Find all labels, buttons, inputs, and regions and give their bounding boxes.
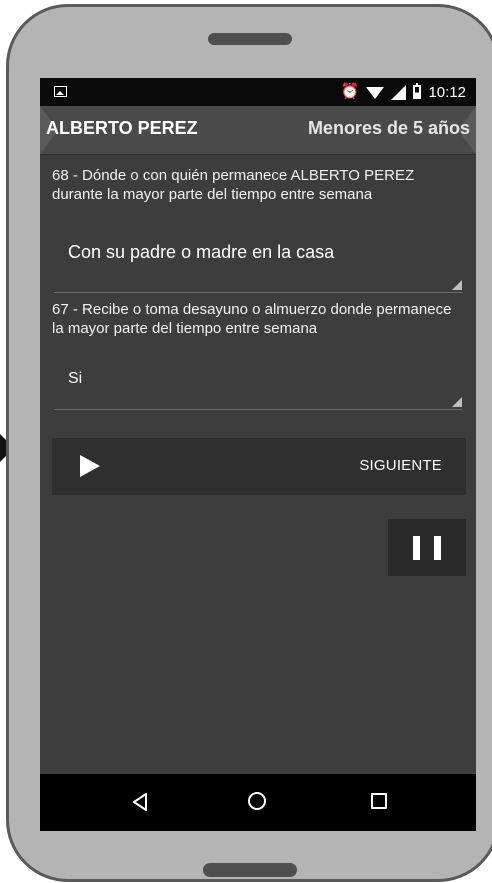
back-icon[interactable] — [132, 793, 148, 811]
answer-value: Si — [68, 370, 83, 387]
next-label[interactable]: SIGUIENTE — [359, 457, 442, 474]
pause-button[interactable] — [388, 519, 466, 576]
play-icon[interactable] — [80, 455, 100, 477]
question-text: 67 - Recibe o toma desayuno o almuerzo d… — [52, 301, 452, 337]
screen: ⏰ 10:12 ALBERTO PEREZ Menores de 5 años … — [40, 78, 476, 831]
page: ⏰ 10:12 ALBERTO PEREZ Menores de 5 años … — [0, 0, 492, 883]
answer-value: Con su padre o madre en la casa — [68, 242, 335, 262]
answer-field[interactable]: Con su padre o madre en la casa — [54, 224, 462, 293]
battery-icon — [413, 83, 422, 99]
phone-speaker — [208, 33, 292, 45]
home-icon[interactable] — [248, 792, 266, 810]
question-text: 68 - Dónde o con quién permanece ALBERTO… — [52, 167, 415, 203]
next-button[interactable]: SIGUIENTE — [52, 438, 466, 495]
person-name: ALBERTO PEREZ — [46, 118, 198, 138]
dropdown-corner-icon — [452, 397, 462, 407]
app-header: ALBERTO PEREZ Menores de 5 años — [40, 106, 476, 155]
pause-icon — [413, 536, 420, 560]
answer-field[interactable]: Si — [54, 356, 462, 410]
wifi-icon — [366, 87, 385, 99]
dropdown-corner-icon — [452, 280, 462, 290]
pause-icon — [434, 536, 441, 560]
alarm-icon: ⏰ — [340, 83, 360, 100]
status-time: 10:12 — [428, 83, 466, 101]
status-icons: ⏰ 10:12 — [341, 82, 466, 102]
signal-icon — [391, 84, 407, 100]
phone-bottom-bar — [203, 863, 297, 877]
age-group: Menores de 5 años — [307, 118, 470, 138]
recent-apps-icon[interactable] — [371, 793, 387, 809]
status-bar: ⏰ 10:12 — [40, 78, 476, 106]
image-icon — [54, 86, 67, 97]
system-navigation-bar — [40, 774, 476, 831]
